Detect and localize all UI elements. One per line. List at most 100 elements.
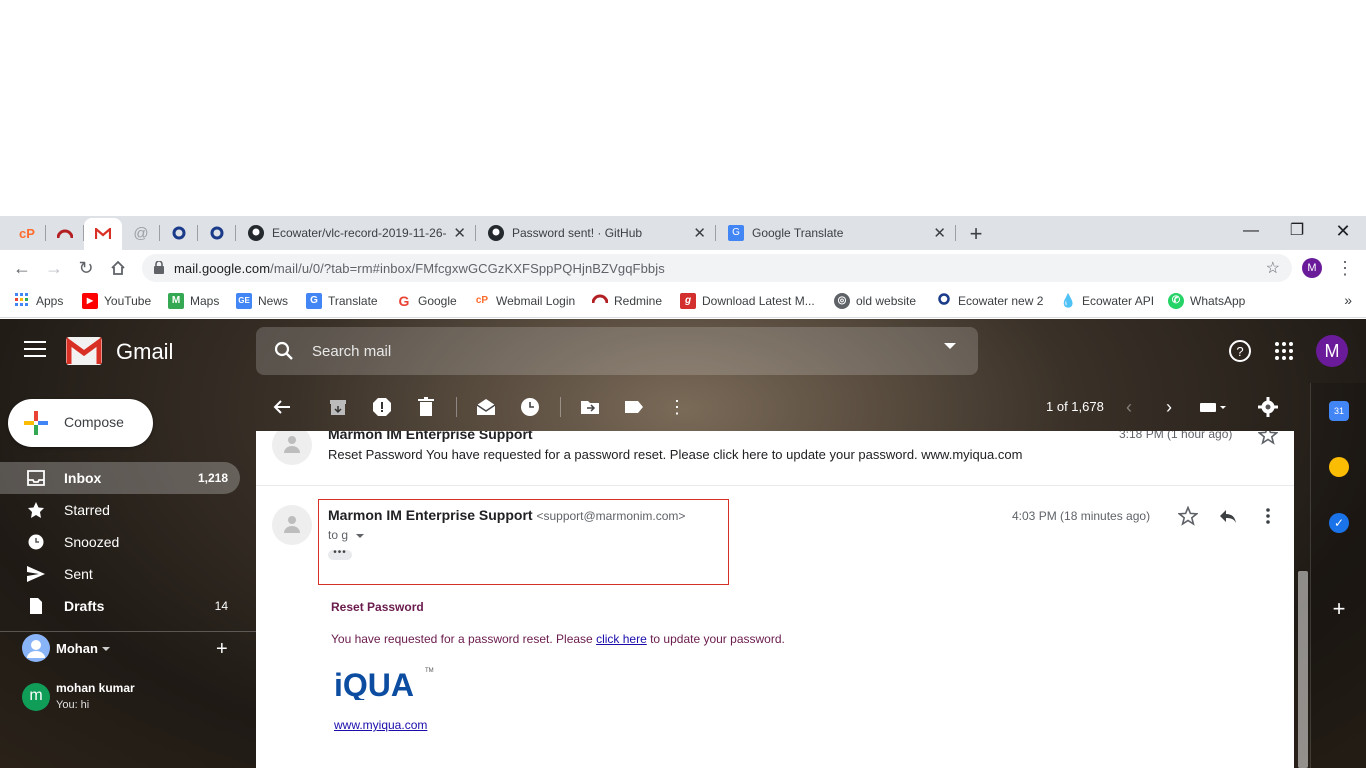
g-icon: g <box>680 293 696 309</box>
tab-iqua-2[interactable] <box>198 216 236 250</box>
drop-icon: 💧 <box>1060 293 1077 308</box>
message-toolbar: ⋮ 1 of 1,678 ‹ › <box>256 383 1310 431</box>
help-icon[interactable]: ? <box>1228 339 1252 363</box>
chrome-menu-icon[interactable]: ⋮ <box>1336 256 1354 280</box>
search-bar[interactable] <box>256 327 978 375</box>
tab-gmail[interactable] <box>84 218 122 250</box>
nav-drafts[interactable]: Drafts 14 <box>0 590 240 622</box>
nav-sent[interactable]: Sent <box>0 558 240 590</box>
bookmark-download[interactable]: g Download Latest M... <box>680 293 815 309</box>
bookmark-news[interactable]: GE News <box>236 293 288 309</box>
back-arrow-icon[interactable] <box>272 397 292 417</box>
bookmark-redmine[interactable]: Redmine <box>591 293 662 309</box>
mark-unread-icon[interactable] <box>476 397 496 417</box>
bookmark-ecowater-new[interactable]: Ecowater new 2 <box>936 293 1043 309</box>
snooze-icon[interactable] <box>520 397 540 417</box>
globe-icon: ◎ <box>834 293 850 309</box>
main-menu-icon[interactable] <box>24 341 46 359</box>
calendar-icon[interactable]: 31 <box>1329 401 1349 421</box>
sender-name[interactable]: Marmon IM Enterprise Support <box>328 431 533 442</box>
tab-google-translate[interactable]: G Google Translate ✕ <box>716 216 956 250</box>
nav-starred[interactable]: Starred <box>0 494 240 526</box>
close-window-button[interactable]: ✕ <box>1320 216 1366 248</box>
search-input[interactable] <box>312 339 912 363</box>
close-icon[interactable]: ✕ <box>693 224 706 242</box>
search-options-icon[interactable] <box>944 343 956 349</box>
tab-redmine[interactable] <box>46 216 84 250</box>
star-icon[interactable] <box>1178 506 1198 526</box>
bookmark-apps[interactable]: Apps <box>14 293 63 309</box>
bookmark-youtube[interactable]: ▶ YouTube <box>82 293 151 309</box>
account-avatar[interactable]: M <box>1316 335 1348 367</box>
google-apps-icon[interactable] <box>1272 339 1296 363</box>
bookmark-star-icon[interactable]: ☆ <box>1266 258 1280 278</box>
bookmark-old-website[interactable]: ◎ old website <box>834 293 916 309</box>
blank-area <box>0 0 1366 216</box>
show-trimmed-content-button[interactable]: ••• <box>328 548 352 560</box>
redmine-icon <box>591 293 609 309</box>
more-bookmarks-button[interactable]: » <box>1344 292 1352 308</box>
bookmark-whatsapp[interactable]: ✆ WhatsApp <box>1168 293 1245 309</box>
lock-icon <box>154 261 164 274</box>
restore-button[interactable]: ❐ <box>1274 216 1320 248</box>
tab-strip: cP @ Ecowater/vlc-record-2019-11-26- ✕ P… <box>0 216 1366 250</box>
tab-iqua-1[interactable] <box>160 216 198 250</box>
gmail-wordmark: Gmail <box>116 339 174 364</box>
reply-icon[interactable] <box>1218 506 1238 526</box>
tab-cpanel[interactable]: cP <box>8 216 46 250</box>
address-bar[interactable]: mail.google.com/mail/u/0/?tab=rm#inbox/F… <box>142 254 1292 282</box>
message-snippet[interactable]: Reset Password You have requested for a … <box>328 447 1022 462</box>
bookmark-maps[interactable]: M Maps <box>168 293 219 309</box>
older-chevron-icon[interactable]: › <box>1166 397 1172 418</box>
forward-button[interactable]: → <box>40 254 68 282</box>
svg-text:TM: TM <box>425 668 434 674</box>
gmail-logo-icon[interactable] <box>66 337 102 365</box>
email-heading: Reset Password <box>331 600 424 614</box>
sender-email: <support@marmonim.com> <box>536 509 686 523</box>
minimize-button[interactable]: — <box>1228 216 1274 248</box>
home-button[interactable] <box>104 254 132 282</box>
nav-inbox[interactable]: Inbox 1,218 <box>0 462 240 494</box>
newer-chevron-icon[interactable]: ‹ <box>1126 397 1132 418</box>
hangouts-user[interactable]: Mohan <box>22 634 242 662</box>
iqua-logo: iQUA TM <box>334 664 438 705</box>
news-icon: GE <box>236 293 252 309</box>
svg-text:?: ? <box>1236 344 1243 359</box>
back-button[interactable]: ← <box>8 254 36 282</box>
delete-icon[interactable] <box>416 397 436 417</box>
nav-snoozed[interactable]: Snoozed <box>0 526 240 558</box>
hangouts-contact[interactable]: m mohan kumar You: hi <box>22 681 242 715</box>
archive-icon[interactable] <box>328 397 348 417</box>
keep-icon[interactable] <box>1329 457 1349 477</box>
tasks-icon[interactable]: ✓ <box>1329 513 1349 533</box>
get-addons-plus-icon[interactable]: + <box>1329 598 1349 620</box>
tab-github-password[interactable]: Password sent! · GitHub ✕ <box>476 216 716 250</box>
settings-gear-icon[interactable] <box>1258 397 1278 417</box>
website-link[interactable]: www.myiqua.com <box>334 718 427 732</box>
report-spam-icon[interactable] <box>372 397 392 417</box>
sender-name[interactable]: Marmon IM Enterprise Support <support@ma… <box>328 507 685 523</box>
label-icon[interactable] <box>624 397 644 417</box>
close-icon[interactable]: ✕ <box>933 224 946 242</box>
input-tools-icon[interactable] <box>1198 397 1226 417</box>
reload-button[interactable]: ↻ <box>72 254 100 282</box>
tab-github-vlc[interactable]: Ecowater/vlc-record-2019-11-26- ✕ <box>236 216 476 250</box>
new-tab-button[interactable]: + <box>962 220 990 248</box>
new-chat-plus-icon[interactable]: + <box>216 639 228 659</box>
search-icon[interactable] <box>274 341 294 361</box>
bookmark-webmail[interactable]: cP Webmail Login <box>474 293 575 309</box>
bookmark-ecowater-api[interactable]: 💧 Ecowater API <box>1060 293 1154 309</box>
compose-button[interactable]: Compose <box>8 399 153 447</box>
close-icon[interactable]: ✕ <box>453 224 466 242</box>
more-options-icon[interactable]: ⋮ <box>668 397 686 418</box>
bookmark-google[interactable]: G Google <box>396 293 457 309</box>
star-icon[interactable] <box>1258 431 1278 445</box>
scrollbar[interactable] <box>1298 571 1308 768</box>
chrome-profile-avatar[interactable]: M <box>1302 258 1322 278</box>
tab-at[interactable]: @ <box>122 216 160 250</box>
reset-link[interactable]: click here <box>596 632 647 646</box>
bookmark-translate[interactable]: G Translate <box>306 293 378 309</box>
more-vert-icon[interactable] <box>1258 506 1278 526</box>
recipient-details[interactable]: to g <box>328 528 365 542</box>
move-to-icon[interactable] <box>580 397 600 417</box>
